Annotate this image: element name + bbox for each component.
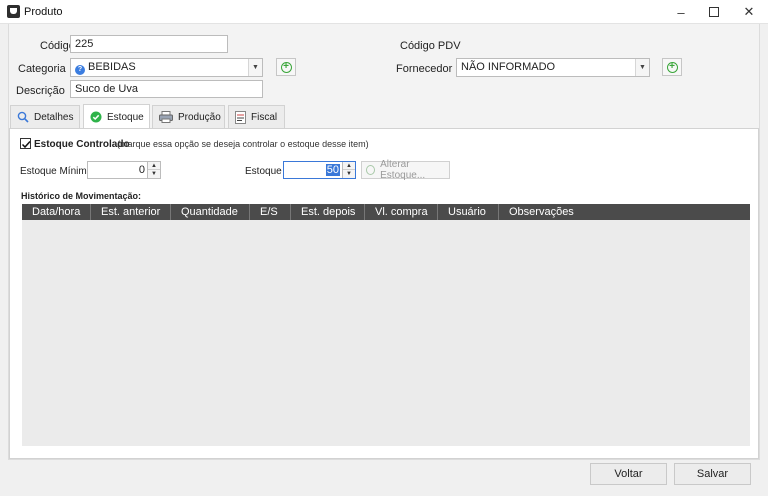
- spin-down-icon[interactable]: ▼: [343, 170, 355, 178]
- salvar-button[interactable]: Salvar: [674, 463, 751, 485]
- printer-icon: [159, 111, 173, 123]
- estoque-label: Estoque: [245, 166, 282, 177]
- col-quantidade[interactable]: Quantidade: [171, 204, 250, 220]
- check-circle-icon: [90, 111, 102, 123]
- tab-detalhes[interactable]: Detalhes: [10, 105, 80, 128]
- categoria-label: Categoria: [18, 63, 66, 75]
- tab-label: Produção: [178, 111, 221, 123]
- estoque-controlado-hint: (marque essa opção se deseja controlar o…: [117, 139, 369, 149]
- tab-producao[interactable]: Produção: [152, 105, 225, 128]
- window-title: Produto: [24, 6, 63, 18]
- col-es[interactable]: E/S: [250, 204, 291, 220]
- estoque-value: 50: [325, 164, 340, 176]
- refresh-icon: [366, 165, 376, 175]
- grid-header: Data/hora Est. anterior Quantidade E/S E…: [22, 204, 750, 220]
- chevron-down-icon[interactable]: ▼: [248, 59, 262, 76]
- checkmark-icon: [21, 140, 31, 149]
- spin-up-icon[interactable]: ▲: [343, 162, 355, 170]
- col-data-hora[interactable]: Data/hora: [22, 204, 91, 220]
- tab-fiscal[interactable]: Fiscal: [228, 105, 285, 128]
- tab-estoque[interactable]: Estoque: [83, 104, 150, 129]
- spin-up-icon[interactable]: ▲: [148, 162, 160, 170]
- categoria-value: BEBIDAS: [88, 61, 136, 73]
- descricao-input[interactable]: Suco de Uva: [70, 80, 263, 98]
- codigo-pdv-label: Código PDV: [400, 40, 461, 52]
- app-icon: [7, 5, 20, 18]
- historico-label: Histórico de Movimentação:: [21, 191, 142, 201]
- tab-label: Detalhes: [34, 111, 74, 123]
- categoria-combo[interactable]: ? BEBIDAS ▼: [70, 58, 263, 77]
- historico-grid[interactable]: Data/hora Est. anterior Quantidade E/S E…: [22, 204, 750, 446]
- category-icon: ?: [75, 65, 85, 75]
- spin-down-icon[interactable]: ▼: [148, 170, 160, 178]
- estoque-controlado-checkbox[interactable]: [20, 138, 31, 149]
- maximize-button[interactable]: [697, 0, 731, 24]
- add-icon: +: [666, 61, 678, 73]
- magnifier-icon: [17, 111, 29, 123]
- voltar-button[interactable]: Voltar: [590, 463, 667, 485]
- estoque-controlado-label[interactable]: Estoque Controlado: [34, 139, 130, 150]
- close-button[interactable]: ✕: [732, 0, 766, 24]
- col-est-anterior[interactable]: Est. anterior: [91, 204, 171, 220]
- codigo-input[interactable]: 225: [70, 35, 228, 53]
- alterar-estoque-label: Alterar Estoque...: [380, 159, 426, 181]
- maximize-icon: [709, 7, 719, 17]
- minimize-button[interactable]: –: [664, 0, 698, 24]
- add-categoria-button[interactable]: +: [276, 58, 296, 76]
- add-fornecedor-button[interactable]: +: [662, 58, 682, 76]
- estoque-minimo-value: 0: [138, 164, 145, 176]
- add-icon: +: [280, 61, 292, 73]
- chevron-down-icon[interactable]: ▼: [635, 59, 649, 76]
- estoque-minimo-input[interactable]: 0 ▲ ▼: [87, 161, 161, 179]
- col-est-depois[interactable]: Est. depois: [291, 204, 365, 220]
- estoque-input[interactable]: 50 ▲ ▼: [283, 161, 356, 179]
- fornecedor-combo[interactable]: NÃO INFORMADO ▼: [456, 58, 650, 77]
- title-bar: Produto – ✕: [0, 0, 768, 24]
- fiscal-document-icon: [235, 110, 246, 124]
- fornecedor-value: NÃO INFORMADO: [461, 61, 556, 73]
- spin-buttons[interactable]: ▲ ▼: [147, 162, 160, 178]
- tab-label: Estoque: [107, 111, 144, 123]
- fornecedor-label: Fornecedor: [396, 63, 453, 75]
- col-vl-compra[interactable]: Vl. compra: [365, 204, 438, 220]
- alterar-estoque-button[interactable]: Alterar Estoque...: [361, 159, 450, 181]
- spin-buttons[interactable]: ▲ ▼: [342, 162, 355, 178]
- tab-label: Fiscal: [251, 111, 278, 123]
- col-usuario[interactable]: Usuário: [438, 204, 499, 220]
- descricao-label: Descrição: [16, 85, 65, 97]
- estoque-minimo-label: Estoque Mínimo: [20, 166, 93, 177]
- col-observacoes[interactable]: Observações: [499, 204, 750, 220]
